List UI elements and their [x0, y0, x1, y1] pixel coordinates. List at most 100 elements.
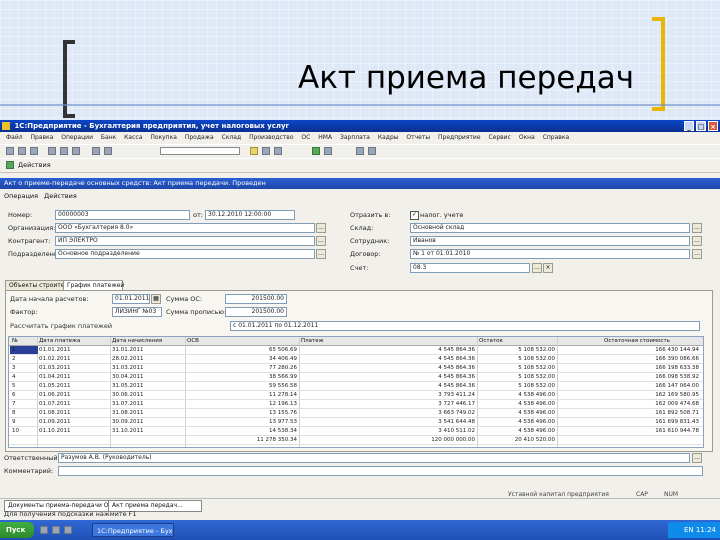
table-row[interactable]: 4 01.04.2011 30.04.2011 38 566.99 4 545 864.… — [9, 373, 703, 382]
settings-icon[interactable] — [368, 147, 376, 155]
col-header-accrualdate[interactable]: Дата начисления — [112, 337, 182, 345]
department-field[interactable]: Основное подразделение — [55, 249, 315, 259]
menu-sale[interactable]: Продажа — [185, 134, 214, 141]
col-header-paydate[interactable]: Дата платежа — [39, 337, 109, 345]
number-field[interactable]: 00000003 — [55, 210, 190, 220]
menu-edit[interactable]: Правка — [31, 134, 54, 141]
quicklaunch-desktop-icon[interactable] — [40, 526, 48, 534]
workplace-label[interactable]: Действия — [18, 159, 51, 172]
menu-nma[interactable]: НМА — [318, 134, 332, 141]
factor-field[interactable]: ЛИЗИНГ №03 — [112, 307, 162, 317]
app-title: 1С:Предприятие - Бухгалтерия предприятия… — [14, 122, 290, 130]
sum-words-field[interactable]: 201500.00 — [225, 307, 287, 317]
table-row[interactable]: 2 01.02.2011 28.02.2011 34 406.49 4 545 864.… — [9, 355, 703, 364]
contract-field[interactable]: № 1 от 01.01.2010 — [410, 249, 690, 259]
menu-os[interactable]: ОС — [301, 134, 310, 141]
workplace-icon[interactable] — [6, 161, 14, 169]
responsible-field[interactable]: Разумов А.В. (Руководитель) — [58, 453, 690, 463]
org-field[interactable]: ООО «Бухгалтерия 8.0» — [55, 223, 315, 233]
table-row[interactable]: 7 01.07.2011 31.07.2011 12 196.13 3 727 446.… — [9, 400, 703, 409]
menu-hr[interactable]: Кадры — [378, 134, 399, 141]
operation-menu[interactable]: Операция — [4, 192, 38, 200]
menu-help[interactable]: Справка — [543, 134, 569, 141]
close-button[interactable]: × — [708, 121, 718, 131]
date-field[interactable]: 30.12.2010 12:00:00 — [205, 210, 295, 220]
new-icon[interactable] — [6, 147, 14, 155]
comment-field[interactable] — [58, 466, 703, 476]
table-row[interactable]: 9 01.09.2011 30.09.2011 13 977.53 3 541 644.… — [9, 418, 703, 427]
account-clear-button[interactable]: × — [543, 263, 553, 273]
table-row[interactable]: 10 01.10.2011 31.10.2011 14 538.34 3 410 511… — [9, 427, 703, 436]
copy-icon[interactable] — [60, 147, 68, 155]
redo-icon[interactable] — [104, 147, 112, 155]
col-header-balance[interactable]: Остаток — [479, 337, 569, 345]
menu-file[interactable]: Файл — [6, 134, 23, 141]
menu-warehouse[interactable]: Склад — [222, 134, 241, 141]
table-cell: 162 169 580.95 — [655, 392, 699, 398]
col-header-num[interactable]: № — [12, 337, 34, 345]
factor-label: Фактор: — [10, 308, 38, 316]
employee-field[interactable]: Иванов — [410, 236, 690, 246]
paste-icon[interactable] — [72, 147, 80, 155]
cut-icon[interactable] — [48, 147, 56, 155]
account-select-button[interactable]: … — [532, 263, 542, 273]
menu-reports[interactable]: Отчеты — [406, 134, 430, 141]
menu-purchase[interactable]: Покупка — [150, 134, 177, 141]
calc-period-field[interactable]: с 01.01.2011 по 01.12.2011 — [230, 321, 700, 331]
table-row[interactable]: 11 278 350.34 120 000 000.00 20 410 520.00 — [9, 436, 703, 445]
preview-icon[interactable] — [274, 147, 282, 155]
menu-production[interactable]: Производство — [249, 134, 293, 141]
start-button[interactable]: Пуск — [0, 522, 34, 538]
calc-schedule-label[interactable]: Рассчитать график платежей — [10, 321, 112, 331]
quicklaunch-app-icon[interactable] — [64, 526, 72, 534]
reflect-checkbox[interactable]: ✓ — [410, 211, 419, 220]
menu-operations[interactable]: Операции — [61, 134, 93, 141]
table-cell: 4 545 864.36 — [438, 383, 475, 389]
warehouse-field[interactable]: Основной склад — [410, 223, 690, 233]
menu-kassa[interactable]: Касса — [124, 134, 142, 141]
table-row[interactable]: 5 01.05.2011 31.05.2011 59 556.58 4 545 864.… — [9, 382, 703, 391]
table-row[interactable]: 6 01.06.2011 30.06.2011 11 278.14 3 793 411.… — [9, 391, 703, 400]
table-row[interactable]: 8 01.08.2011 31.08.2011 13 155.76 3 663 749.… — [9, 409, 703, 418]
menu-service[interactable]: Сервис — [488, 134, 510, 141]
col-header-payment[interactable]: Платеж — [301, 337, 471, 345]
org-select-button[interactable]: … — [316, 223, 326, 233]
print-icon[interactable] — [262, 147, 270, 155]
account-field[interactable]: 08.3 — [410, 263, 530, 273]
minimize-button[interactable]: _ — [684, 121, 694, 131]
menu-salary[interactable]: Зарплата — [340, 134, 370, 141]
calculator-icon[interactable] — [312, 147, 320, 155]
maximize-button[interactable]: □ — [696, 121, 706, 131]
document-actions-bar: Операция Действия — [0, 190, 720, 202]
calendar-picker-button[interactable]: ▦ — [151, 294, 161, 304]
save-icon[interactable] — [30, 147, 38, 155]
taskbar-item-1c[interactable]: 1С:Предприятие - Бух — [92, 523, 174, 537]
counterparty-field[interactable]: ИП ЭЛЕКТРО — [55, 236, 315, 246]
calc-start-field[interactable]: 01.01.2011 — [112, 294, 150, 304]
panel-icon[interactable] — [356, 147, 364, 155]
responsible-select-button[interactable]: … — [692, 453, 702, 463]
os-sum-field[interactable]: 201500.00 — [225, 294, 287, 304]
menu-bank[interactable]: Банк — [101, 134, 116, 141]
quicklaunch-ie-icon[interactable] — [52, 526, 60, 534]
table-row[interactable]: 1 01.01.2011 31.01.2011 65 506.69 4 545 864.… — [9, 346, 703, 355]
menu-windows[interactable]: Окна — [519, 134, 535, 141]
contract-select-button[interactable]: … — [692, 249, 702, 259]
col-header-osv[interactable]: ОСВ — [187, 337, 267, 345]
department-select-button[interactable]: … — [316, 249, 326, 259]
find-icon[interactable] — [250, 147, 258, 155]
table-cell: 5 108 532.00 — [518, 347, 555, 353]
warehouse-select-button[interactable]: … — [692, 223, 702, 233]
menu-enterprise[interactable]: Предприятие — [438, 134, 481, 141]
counterparty-select-button[interactable]: … — [316, 236, 326, 246]
toolbar-search-field[interactable] — [160, 147, 240, 155]
open-icon[interactable] — [18, 147, 26, 155]
col-header-residual[interactable]: Остаточная стоимость — [604, 337, 699, 345]
table-row[interactable]: 3 01.03.2011 31.03.2011 77 280.26 4 545 864.… — [9, 364, 703, 373]
employee-select-button[interactable]: … — [692, 236, 702, 246]
undo-icon[interactable] — [92, 147, 100, 155]
calendar-icon[interactable] — [324, 147, 332, 155]
table-cell: 01.05.2011 — [39, 383, 71, 389]
actions-menu[interactable]: Действия — [44, 192, 77, 200]
table-cell: 120 000 000.00 — [431, 437, 475, 443]
